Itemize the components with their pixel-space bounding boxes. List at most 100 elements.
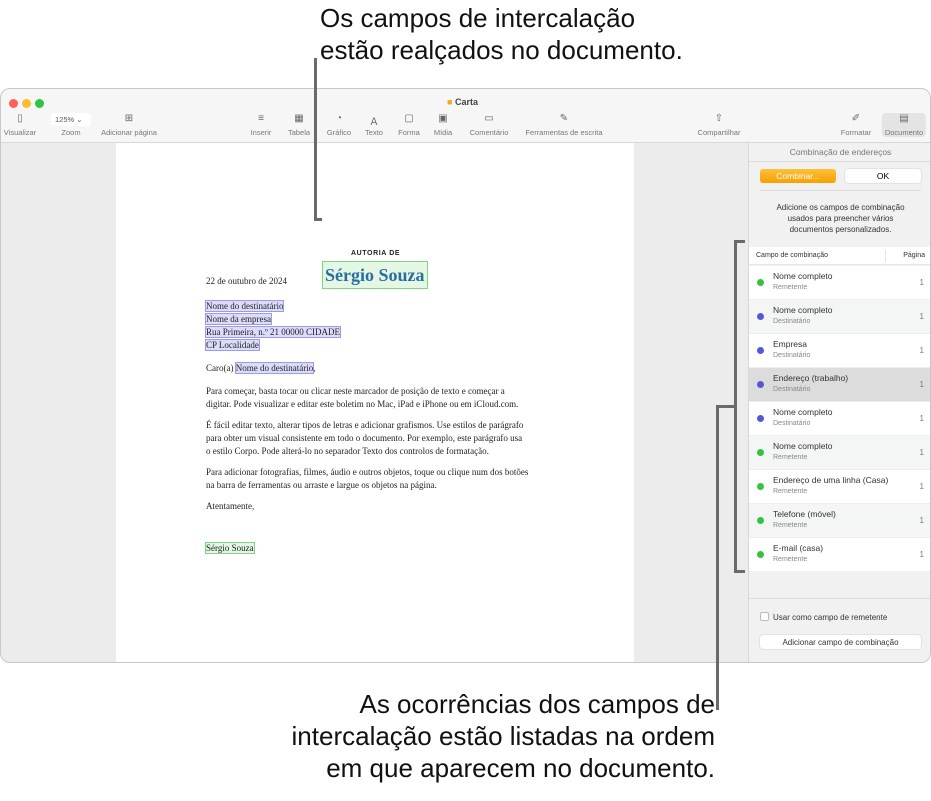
toolbar-adicionar-página-button[interactable]: ⊞ Adicionar página bbox=[101, 113, 157, 137]
merge-field-row[interactable]: Nome completo Destinatário 1 bbox=[749, 300, 930, 334]
field-name: Empresa bbox=[773, 339, 808, 349]
ok-button[interactable]: OK bbox=[845, 169, 921, 183]
toolbar-label: Documento bbox=[884, 128, 924, 137]
merge-field-row[interactable]: Endereço (trabalho) Destinatário 1 bbox=[749, 368, 930, 402]
document-page[interactable]: AUTORIA DE Sérgio Souza 22 de outubro de… bbox=[116, 143, 634, 662]
field-source: Destinatário bbox=[773, 318, 811, 325]
share-icon: ⇧ bbox=[714, 113, 724, 124]
column-header-page[interactable]: Página bbox=[903, 252, 925, 259]
callout-bracket bbox=[734, 240, 745, 243]
field-color-dot-icon bbox=[757, 381, 764, 388]
field-color-dot-icon bbox=[757, 415, 764, 422]
text-icon: Ａ bbox=[369, 117, 379, 128]
merge-field-row[interactable]: E-mail (casa) Remetente 1 bbox=[749, 538, 930, 572]
toolbar-ferramentas-de-escrita-button[interactable]: ✎ Ferramentas de escrita bbox=[525, 113, 602, 137]
toolbar-label: Formatar bbox=[840, 128, 872, 137]
toolbar-label: Forma bbox=[398, 128, 420, 137]
sidebar-title: Combinação de endereços bbox=[749, 143, 930, 162]
merge-field-row[interactable]: Nome completo Remetente 1 bbox=[749, 266, 930, 300]
sender-field-option[interactable]: Usar como campo de remetente bbox=[760, 612, 887, 622]
merge-button[interactable]: Combinar... bbox=[760, 169, 836, 183]
callout-leader-top bbox=[314, 58, 317, 220]
chart-icon: ◔ bbox=[335, 113, 343, 124]
field-name: Endereço de uma linha (Casa) bbox=[773, 475, 889, 485]
toolbar: ■ Carta ▯ Visualizar Zoom ⊞ Adicionar página… bbox=[1, 89, 930, 143]
merge-field-row[interactable]: Empresa Destinatário 1 bbox=[749, 334, 930, 368]
toolbar-label: Ferramentas de escrita bbox=[525, 128, 603, 137]
text-line: É fácil editar texto, alterar tipos de l… bbox=[206, 420, 524, 430]
close-button[interactable] bbox=[9, 99, 18, 108]
text-line: na barra de ferramentas ou arraste e lar… bbox=[206, 480, 437, 490]
zoom-select[interactable]: 125% ⌄ bbox=[51, 113, 91, 126]
toolbar-label: Tabela bbox=[287, 128, 311, 137]
toolbar-documento-button[interactable]: ▤ Documento bbox=[881, 113, 927, 137]
toolbar-label: Zoom bbox=[61, 128, 81, 137]
toolbar-visualizar-button[interactable]: ▯ Visualizar bbox=[4, 113, 36, 137]
field-name: Nome completo bbox=[773, 441, 833, 451]
field-color-dot-icon bbox=[757, 279, 764, 286]
toolbar-label: Gráfico bbox=[326, 128, 352, 137]
merge-field-row[interactable]: Endereço de uma linha (Casa) Remetente 1 bbox=[749, 470, 930, 504]
toolbar-mídia-button[interactable]: ▣ Mídia bbox=[434, 113, 452, 137]
field-name: Nome completo bbox=[773, 407, 833, 417]
address-field[interactable]: Rua Primeira, n.º 21 00000 CIDADE bbox=[204, 326, 342, 338]
company-field[interactable]: Nome da empresa bbox=[205, 313, 272, 325]
field-page: 1 bbox=[919, 380, 924, 389]
toolbar-tabela-button[interactable]: ▦ Tabela bbox=[288, 113, 310, 137]
field-color-dot-icon bbox=[757, 313, 764, 320]
sender-checkbox[interactable] bbox=[760, 612, 769, 621]
merge-field-row[interactable]: Telefone (móvel) Remetente 1 bbox=[749, 504, 930, 538]
minimize-button[interactable] bbox=[22, 99, 31, 108]
merge-field-row[interactable]: Nome completo Remetente 1 bbox=[749, 436, 930, 470]
recipient-name-field[interactable]: Nome do destinatário bbox=[204, 300, 285, 312]
description-line: usados para preencher vários bbox=[787, 214, 894, 223]
address-block: Nome do destinatário Nome da empresa Rua… bbox=[204, 300, 342, 352]
add-merge-field-button[interactable]: Adicionar campo de combinação bbox=[760, 635, 921, 649]
zoom-value: 125% bbox=[55, 115, 75, 124]
callout-leader-top bbox=[314, 218, 322, 221]
closing: Atentamente, bbox=[206, 501, 255, 511]
paragraph: É fácil editar texto, alterar tipos de l… bbox=[206, 419, 523, 458]
field-name: Telefone (móvel) bbox=[773, 509, 836, 519]
toolbar-compartilhar-button[interactable]: ⇧ Compartilhar bbox=[698, 113, 741, 137]
column-header-field[interactable]: Campo de combinação bbox=[756, 252, 828, 259]
merge-field-row[interactable]: Nome completo Destinatário 1 bbox=[749, 402, 930, 436]
toolbar-formatar-button[interactable]: ✐ Formatar bbox=[841, 113, 871, 137]
callout-leader-bottom bbox=[716, 405, 719, 710]
toolbar-label: Mídia bbox=[433, 128, 453, 137]
toolbar-inserir-button[interactable]: ≡ Inserir bbox=[251, 113, 272, 137]
field-name: Nome completo bbox=[773, 271, 833, 281]
text-line: o estilo Corpo. Pode alterá-lo no separa… bbox=[206, 446, 489, 456]
pages-window: ■ Carta ▯ Visualizar Zoom ⊞ Adicionar página… bbox=[0, 88, 931, 663]
toolbar-texto-button[interactable]: Ａ Texto bbox=[365, 113, 383, 137]
locality-field[interactable]: CP Localidade bbox=[205, 339, 260, 351]
field-page: 1 bbox=[919, 482, 924, 491]
text-line: digitar. Pode visualizar e editar este b… bbox=[206, 399, 519, 409]
greeting-prefix: Caro(a) bbox=[206, 363, 234, 373]
toolbar-forma-button[interactable]: ▢ Forma bbox=[398, 113, 420, 137]
field-source: Destinatário bbox=[773, 386, 811, 393]
callout-bracket bbox=[734, 570, 745, 573]
zoom-button[interactable] bbox=[35, 99, 44, 108]
field-source: Remetente bbox=[773, 454, 808, 461]
field-page: 1 bbox=[919, 550, 924, 559]
description-line: Adicione os campos de combinação bbox=[776, 203, 905, 212]
field-page: 1 bbox=[919, 414, 924, 423]
toolbar-comentário-button[interactable]: ▭ Comentário bbox=[470, 113, 509, 137]
table-header: Campo de combinação Página bbox=[749, 247, 930, 265]
toolbar-label: Comentário bbox=[469, 128, 509, 137]
callout-leader-bottom bbox=[716, 405, 734, 408]
field-page: 1 bbox=[919, 346, 924, 355]
field-page: 1 bbox=[919, 312, 924, 321]
field-source: Remetente bbox=[773, 522, 808, 529]
field-name: E-mail (casa) bbox=[773, 543, 824, 553]
greeting-merge-field[interactable]: Nome do destinatário bbox=[234, 362, 315, 374]
toolbar-gráfico-button[interactable]: ◔ Gráfico bbox=[327, 113, 351, 137]
field-page: 1 bbox=[919, 448, 924, 457]
toolbar-label: Compartilhar bbox=[697, 128, 741, 137]
signature-merge-field[interactable]: Sérgio Souza bbox=[205, 542, 255, 554]
media-icon: ▣ bbox=[438, 113, 448, 124]
field-source: Remetente bbox=[773, 488, 808, 495]
field-page: 1 bbox=[919, 278, 924, 287]
author-merge-field[interactable]: Sérgio Souza bbox=[322, 261, 428, 289]
